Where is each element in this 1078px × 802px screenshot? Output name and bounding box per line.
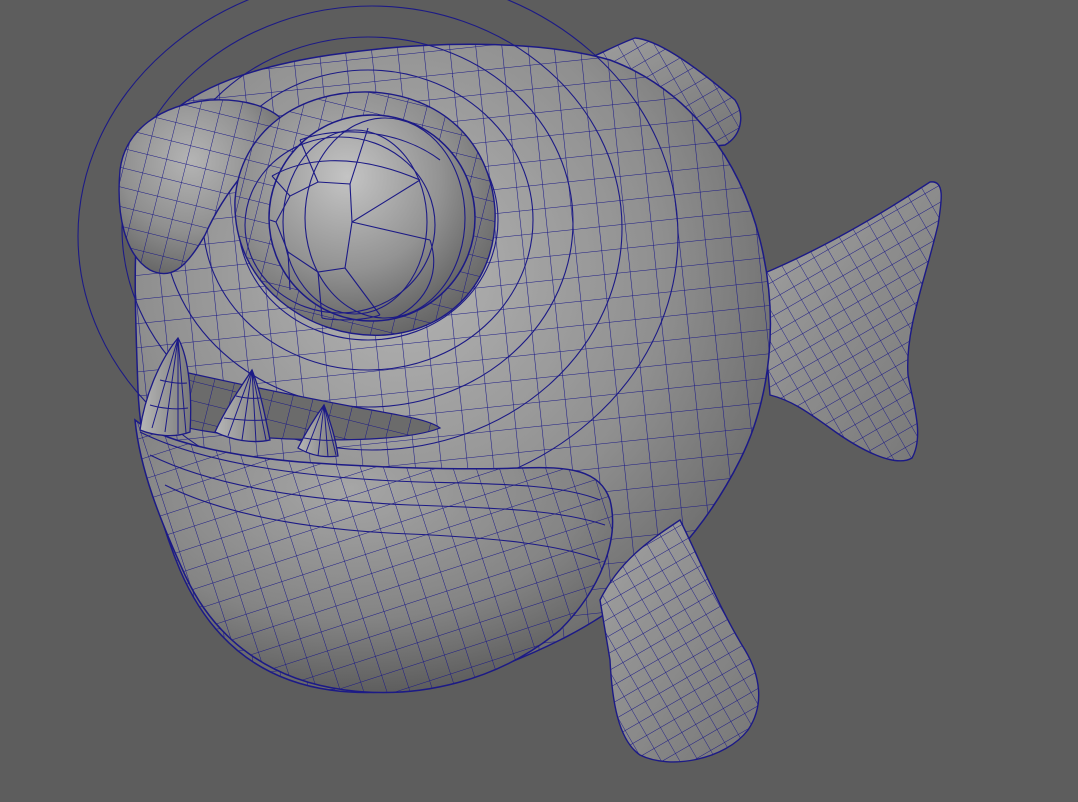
viewport-canvas[interactable] [0,0,1078,802]
3d-viewport[interactable] [0,0,1078,802]
tail-fin-mesh[interactable] [759,181,942,462]
